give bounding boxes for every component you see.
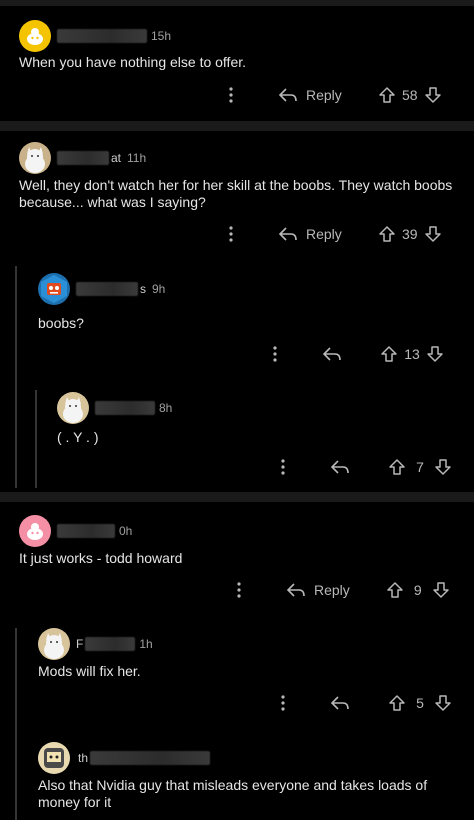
downvote-icon[interactable] (434, 458, 452, 476)
vote-count: 58 (402, 87, 418, 103)
comment-timestamp: 9h (152, 282, 166, 296)
username-blurred[interactable] (90, 751, 211, 765)
white-cat-avatar[interactable] (19, 142, 51, 174)
downvote-icon[interactable] (426, 345, 444, 363)
downvote-icon[interactable] (432, 581, 450, 599)
reply-button[interactable] (330, 695, 358, 711)
pink-snoo-avatar[interactable] (19, 515, 51, 547)
more-options-icon[interactable] (222, 222, 240, 246)
reply-button[interactable]: Reply (278, 87, 342, 103)
username-blurred[interactable] (76, 282, 138, 296)
more-options-icon[interactable] (222, 83, 240, 107)
comment-timestamp: 0h (119, 524, 133, 538)
yellow-snoo-avatar[interactable] (19, 20, 51, 52)
username-fragment: s (140, 282, 146, 296)
comment-timestamp: 15h (151, 29, 172, 43)
upvote-icon[interactable] (386, 581, 404, 599)
reply-button[interactable] (330, 459, 358, 475)
downvote-icon[interactable] (424, 86, 442, 104)
reply-button[interactable]: Reply (286, 582, 350, 598)
reply-arrow-icon (278, 227, 297, 241)
more-options-icon[interactable] (274, 455, 292, 479)
more-options-icon[interactable] (230, 578, 248, 602)
robot-avatar[interactable] (38, 273, 70, 305)
upvote-icon[interactable] (378, 225, 396, 243)
username-blurred[interactable] (95, 401, 155, 415)
comment-body: Mods will fix her. (38, 663, 141, 679)
username-fragment: F (76, 637, 84, 651)
cartoon-avatar[interactable] (38, 742, 70, 774)
upvote-icon[interactable] (380, 345, 398, 363)
reply-label: Reply (306, 87, 342, 103)
comment-timestamp: 8h (159, 401, 173, 415)
comment-body: boobs? (38, 315, 84, 331)
comment-body: It just works - todd howard (19, 550, 183, 566)
username-fragment: at (111, 151, 122, 165)
upvote-icon[interactable] (378, 86, 396, 104)
reply-label: Reply (314, 582, 350, 598)
vote-count: 7 (416, 459, 424, 475)
vote-count: 5 (416, 695, 424, 711)
thread-separator (0, 492, 474, 502)
comment-body: When you have nothing else to offer. (19, 54, 247, 70)
downvote-icon[interactable] (434, 694, 452, 712)
vote-count: 9 (413, 582, 422, 598)
username-blurred[interactable] (85, 637, 136, 651)
reply-arrow-icon (278, 88, 297, 102)
downvote-icon[interactable] (424, 225, 442, 243)
username-fragment: th (78, 751, 89, 765)
upvote-icon[interactable] (388, 694, 406, 712)
thread-line[interactable] (15, 266, 17, 488)
vote-count: 13 (404, 346, 420, 362)
thread-line[interactable] (35, 390, 37, 488)
username-blurred[interactable] (57, 151, 109, 165)
more-options-icon[interactable] (266, 342, 284, 366)
thread-line[interactable] (15, 734, 17, 820)
upvote-icon[interactable] (388, 458, 406, 476)
username-blurred[interactable] (57, 524, 115, 538)
vote-count: 39 (402, 226, 418, 242)
reply-label: Reply (306, 226, 342, 242)
comment-timestamp: 11h (127, 151, 147, 165)
reply-arrow-icon (286, 583, 305, 597)
reply-button[interactable] (322, 346, 350, 362)
comment-body: Well, they don't watch her for her skill… (19, 177, 453, 210)
reply-arrow-icon (322, 347, 341, 361)
username-blurred[interactable] (57, 29, 147, 43)
reply-arrow-icon (330, 460, 349, 474)
comment-timestamp: 1h (139, 637, 153, 651)
thread-separator (0, 0, 474, 6)
reply-arrow-icon (330, 696, 349, 710)
comment-body: Also that Nvidia guy that misleads every… (38, 777, 428, 810)
more-options-icon[interactable] (274, 691, 292, 715)
thread-separator (0, 121, 474, 131)
white-cat-avatar[interactable] (57, 392, 89, 424)
reply-button[interactable]: Reply (278, 226, 342, 242)
white-cat-avatar[interactable] (38, 628, 70, 660)
comment-body: ( . Y . ) (57, 429, 99, 445)
